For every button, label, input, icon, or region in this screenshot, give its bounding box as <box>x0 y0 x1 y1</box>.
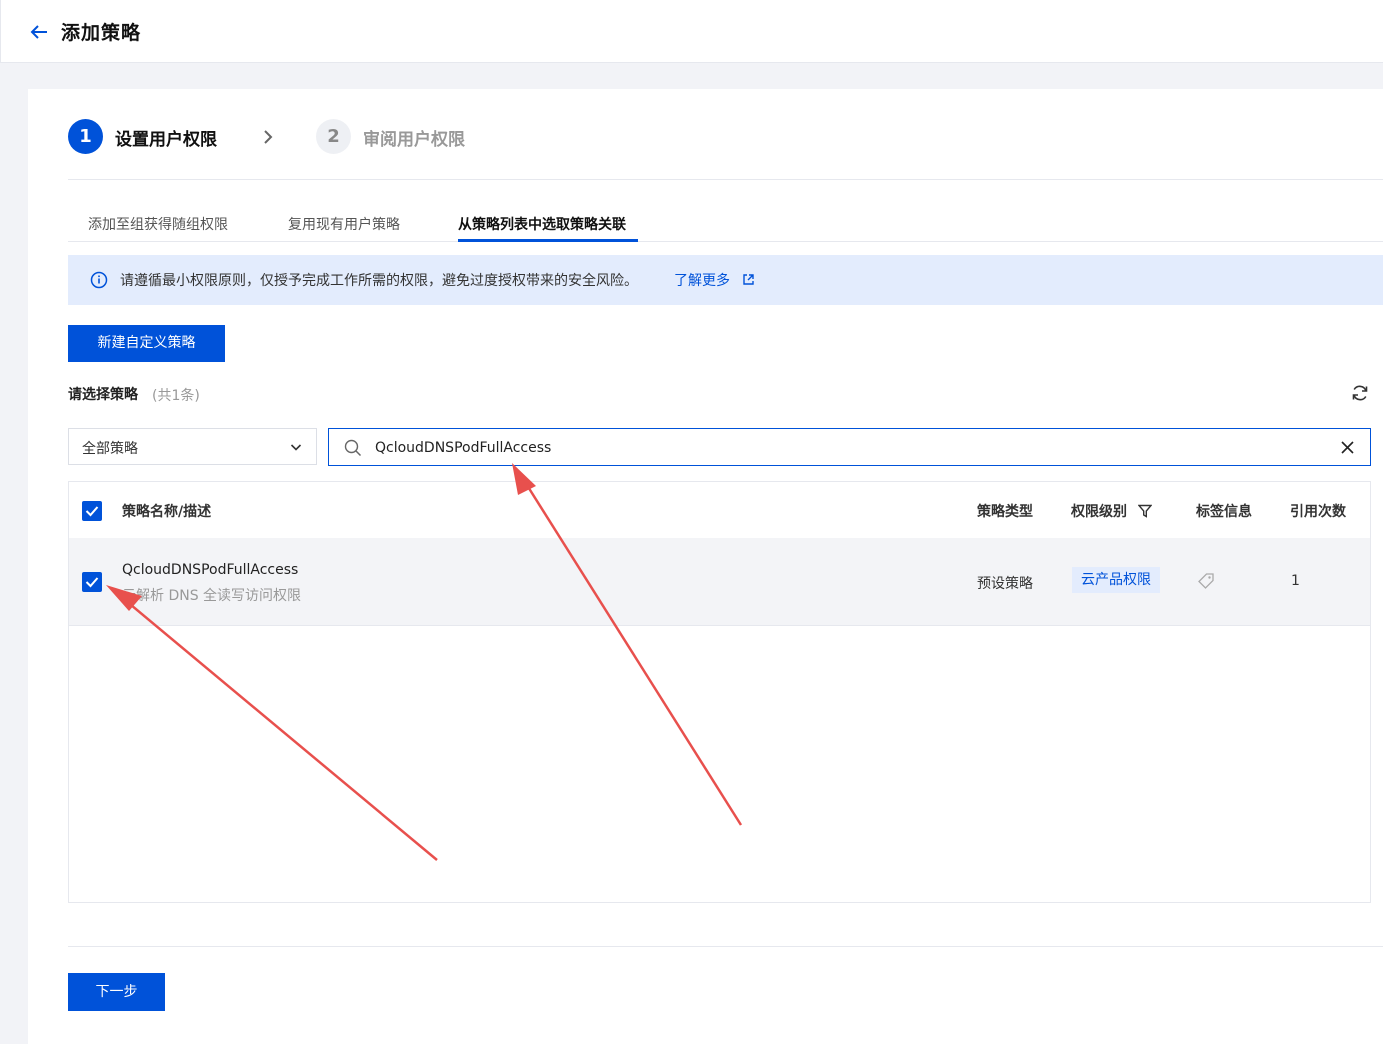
tab-reuse-user-policy[interactable]: 复用现有用户策略 <box>288 214 400 234</box>
policy-table: 策略名称/描述 策略类型 权限级别 标签信息 引用次数 QcloudDNSPod… <box>68 481 1371 903</box>
column-header-level: 权限级别 <box>1071 504 1127 520</box>
chevron-down-icon <box>290 444 302 451</box>
page-title: 添加策略 <box>61 22 142 44</box>
checkmark-icon <box>85 577 99 588</box>
active-tab-indicator <box>458 239 638 242</box>
select-all-checkbox[interactable] <box>82 501 102 521</box>
policy-type-dropdown[interactable]: 全部策略 <box>68 428 317 465</box>
chevron-right-icon <box>264 130 273 144</box>
search-icon <box>344 439 362 457</box>
search-input[interactable] <box>373 435 1297 461</box>
column-header-type: 策略类型 <box>977 504 1033 520</box>
tag-icon[interactable] <box>1197 572 1215 590</box>
filter-icon[interactable] <box>1138 504 1152 518</box>
column-header-tags: 标签信息 <box>1196 504 1252 520</box>
policy-name: QcloudDNSPodFullAccess <box>122 562 299 578</box>
divider <box>68 179 1383 180</box>
policy-count: (共1条) <box>152 388 200 404</box>
checkmark-icon <box>85 506 99 517</box>
select-policy-label: 请选择策略 <box>68 387 138 403</box>
permission-level-badge: 云产品权限 <box>1072 567 1160 593</box>
row-checkbox[interactable] <box>82 572 102 592</box>
column-header-refs: 引用次数 <box>1290 504 1346 520</box>
step-2-number: 2 <box>316 119 351 154</box>
banner-text: 请遵循最小权限原则，仅授予完成工作所需的权限，避免过度授权带来的安全风险。 <box>120 273 638 289</box>
table-header: 策略名称/描述 策略类型 权限级别 标签信息 引用次数 <box>69 482 1370 539</box>
tab-add-to-group[interactable]: 添加至组获得随组权限 <box>88 214 228 234</box>
main-card: 1 设置用户权限 2 审阅用户权限 添加至组获得随组权限 复用现有用户策略 从策… <box>28 89 1383 1044</box>
dropdown-value: 全部策略 <box>82 441 138 457</box>
refresh-icon[interactable] <box>1350 383 1370 403</box>
policy-type: 预设策略 <box>977 576 1033 592</box>
step-2-label: 审阅用户权限 <box>363 130 465 150</box>
back-arrow-icon[interactable] <box>27 20 51 44</box>
next-step-button[interactable]: 下一步 <box>68 973 165 1011</box>
external-link-icon[interactable] <box>742 273 755 286</box>
footer-divider <box>68 946 1383 947</box>
top-bar: 添加策略 <box>0 0 1383 63</box>
learn-more-link[interactable]: 了解更多 <box>674 270 730 290</box>
policy-description: 云解析 DNS 全读写访问权限 <box>122 588 302 604</box>
info-banner: 请遵循最小权限原则，仅授予完成工作所需的权限，避免过度授权带来的安全风险。 了解… <box>68 255 1383 305</box>
step-1-label: 设置用户权限 <box>115 130 217 150</box>
close-icon[interactable] <box>1341 441 1354 454</box>
column-header-name: 策略名称/描述 <box>122 504 212 520</box>
reference-count: 1 <box>1291 573 1300 589</box>
table-row[interactable]: QcloudDNSPodFullAccess 云解析 DNS 全读写访问权限 预… <box>69 538 1370 626</box>
search-box[interactable] <box>328 428 1371 466</box>
tab-select-from-policy-list[interactable]: 从策略列表中选取策略关联 <box>458 214 626 234</box>
tabs-divider <box>68 241 1383 242</box>
info-icon <box>90 271 108 289</box>
new-custom-policy-button[interactable]: 新建自定义策略 <box>68 325 225 362</box>
step-1-number: 1 <box>68 119 103 154</box>
